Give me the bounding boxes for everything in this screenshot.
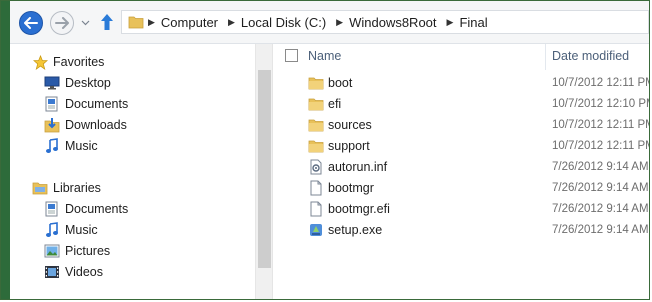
file-name: boot <box>328 76 353 90</box>
breadcrumb-local-disk[interactable]: Local Disk (C:) <box>241 15 326 30</box>
list-item-bootmgr[interactable]: bootmgr 7/26/2012 9:14 AM <box>273 178 649 199</box>
music-icon <box>44 222 60 238</box>
file-date: 7/26/2012 9:14 AM <box>552 161 649 173</box>
navigation-pane: Favorites Desktop Documents Downloads Mu… <box>10 44 255 299</box>
nav-item-library-documents[interactable]: Documents <box>44 199 128 219</box>
libraries-icon <box>32 180 48 196</box>
select-all-checkbox[interactable] <box>285 49 298 62</box>
file-name: support <box>328 139 370 153</box>
list-item-sources[interactable]: sources 10/7/2012 12:11 PM <box>273 115 649 136</box>
pictures-icon <box>44 243 60 259</box>
file-name: efi <box>328 97 342 111</box>
forward-button[interactable] <box>50 11 74 35</box>
nav-item-music[interactable]: Music <box>44 136 98 156</box>
explorer-window: ▶ Computer ▶ Local Disk (C:) ▶ Windows8R… <box>0 0 650 300</box>
breadcrumb-computer[interactable]: Computer <box>161 15 218 30</box>
nav-favorites-label: Favorites <box>53 55 105 69</box>
column-separator[interactable] <box>545 44 546 70</box>
folder-icon <box>308 98 324 111</box>
desktop-icon <box>44 75 60 91</box>
file-date: 10/7/2012 12:11 PM <box>552 140 650 152</box>
folder-icon <box>308 77 324 90</box>
downloads-icon <box>44 117 60 133</box>
breadcrumb-separator-icon[interactable]: ▶ <box>447 17 454 28</box>
nav-item-label: Music <box>65 139 98 153</box>
file-icon <box>310 180 322 196</box>
file-name: bootmgr <box>328 181 374 195</box>
column-header-name[interactable]: Name <box>308 49 341 63</box>
nav-item-label: Desktop <box>65 76 111 90</box>
back-arrow-icon <box>24 17 38 29</box>
nav-item-library-videos[interactable]: Videos <box>44 262 103 282</box>
breadcrumb-separator-icon[interactable]: ▶ <box>148 17 155 28</box>
file-date: 7/26/2012 9:14 AM <box>552 182 649 194</box>
folder-icon <box>128 16 144 29</box>
nav-item-label: Downloads <box>65 118 127 132</box>
list-item-bootmgr-efi[interactable]: bootmgr.efi 7/26/2012 9:14 AM <box>273 199 649 220</box>
videos-icon <box>44 264 60 280</box>
breadcrumb-separator-icon[interactable]: ▶ <box>336 17 343 28</box>
setup-icon <box>310 224 322 236</box>
breadcrumb-final[interactable]: Final <box>459 15 487 30</box>
nav-item-label: Pictures <box>65 244 111 258</box>
settings-file-icon <box>310 159 322 175</box>
back-button[interactable] <box>19 11 43 35</box>
folder-icon <box>308 119 324 132</box>
music-icon <box>44 138 60 154</box>
nav-item-label: Videos <box>65 265 103 279</box>
nav-item-label: Documents <box>65 202 129 216</box>
scrollbar-thumb[interactable] <box>258 70 271 268</box>
navigation-scrollbar[interactable] <box>255 44 273 299</box>
file-icon <box>310 201 322 217</box>
nav-libraries[interactable]: Libraries <box>32 178 101 198</box>
file-list: Name Date modified boot 10/7/2012 12:11 … <box>273 44 649 299</box>
list-item-support[interactable]: support 10/7/2012 12:11 PM <box>273 136 649 157</box>
navigation-toolbar: ▶ Computer ▶ Local Disk (C:) ▶ Windows8R… <box>10 1 649 44</box>
file-date: 7/26/2012 9:14 AM <box>552 224 649 236</box>
star-icon <box>32 54 48 70</box>
list-item-autorun[interactable]: autorun.inf 7/26/2012 9:14 AM <box>273 157 649 178</box>
documents-icon <box>44 96 60 112</box>
up-arrow-icon[interactable] <box>100 12 114 32</box>
nav-item-documents[interactable]: Documents <box>44 94 128 114</box>
nav-item-library-music[interactable]: Music <box>44 220 98 240</box>
nav-item-label: Music <box>65 223 98 237</box>
file-name: autorun.inf <box>328 160 388 174</box>
file-name: sources <box>328 118 372 132</box>
nav-item-desktop[interactable]: Desktop <box>44 73 111 93</box>
breadcrumb-separator-icon[interactable]: ▶ <box>228 17 235 28</box>
file-date: 10/7/2012 12:10 PM <box>552 98 650 110</box>
column-header-row: Name Date modified <box>273 44 649 70</box>
address-bar[interactable]: ▶ Computer ▶ Local Disk (C:) ▶ Windows8R… <box>121 10 649 34</box>
list-item-boot[interactable]: boot 10/7/2012 12:11 PM <box>273 73 649 94</box>
folder-icon <box>308 140 324 153</box>
file-name: bootmgr.efi <box>328 202 390 216</box>
nav-item-library-pictures[interactable]: Pictures <box>44 241 110 261</box>
file-date: 10/7/2012 12:11 PM <box>552 77 650 89</box>
documents-icon <box>44 201 60 217</box>
nav-libraries-label: Libraries <box>53 181 101 195</box>
breadcrumb-windows8root[interactable]: Windows8Root <box>349 15 436 30</box>
nav-item-label: Documents <box>65 97 129 111</box>
list-item-efi[interactable]: efi 10/7/2012 12:10 PM <box>273 94 649 115</box>
list-item-setup[interactable]: setup.exe 7/26/2012 9:14 AM <box>273 220 649 241</box>
nav-favorites[interactable]: Favorites <box>32 52 104 72</box>
recent-locations-dropdown-icon[interactable] <box>81 18 90 27</box>
forward-arrow-icon <box>55 17 69 29</box>
nav-item-downloads[interactable]: Downloads <box>44 115 127 135</box>
column-header-date-modified[interactable]: Date modified <box>552 49 629 63</box>
file-date: 10/7/2012 12:11 PM <box>552 119 650 131</box>
desktop-edge <box>1 1 10 299</box>
file-name: setup.exe <box>328 223 383 237</box>
file-date: 7/26/2012 9:14 AM <box>552 203 649 215</box>
